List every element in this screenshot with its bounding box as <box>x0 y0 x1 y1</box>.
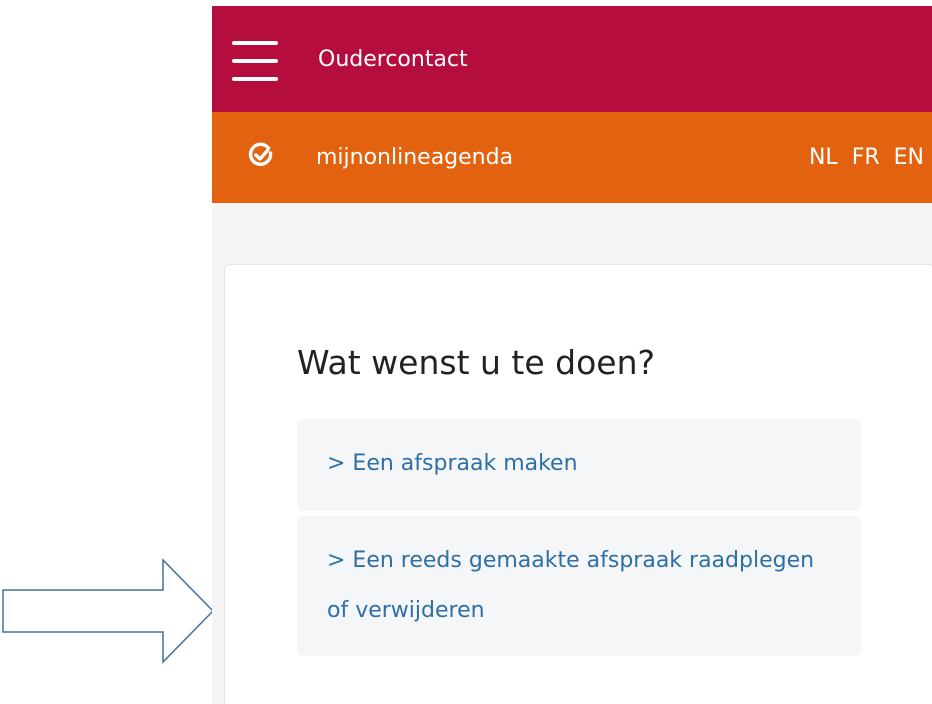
screenshot-stage: Oudercontact mijnonlineagenda NL FR EN W… <box>0 0 932 704</box>
top-app-bar: Oudercontact <box>212 6 932 112</box>
option-view-or-delete-appointment[interactable]: > Een reeds gemaakte afspraak raadplegen… <box>297 516 861 656</box>
language-switcher: NL FR EN <box>809 145 924 171</box>
language-nl[interactable]: NL <box>809 145 838 171</box>
action-card: Wat wenst u te doen? > Een afspraak make… <box>224 264 932 704</box>
option-make-appointment[interactable]: > Een afspraak maken <box>297 419 861 511</box>
language-fr[interactable]: FR <box>852 145 880 171</box>
brand-bar: mijnonlineagenda NL FR EN <box>212 112 932 203</box>
check-circle-icon <box>248 142 273 166</box>
app-viewport: Oudercontact mijnonlineagenda NL FR EN W… <box>212 6 932 704</box>
option-view-or-delete-appointment-label[interactable]: > Een reeds gemaakte afspraak raadplegen… <box>327 536 827 636</box>
language-en[interactable]: EN <box>894 145 924 171</box>
card-title: Wat wenst u te doen? <box>297 343 656 382</box>
brand-name[interactable]: mijnonlineagenda <box>316 145 513 171</box>
hamburger-menu-icon[interactable] <box>232 41 278 81</box>
app-title: Oudercontact <box>318 47 468 72</box>
option-make-appointment-label[interactable]: > Een afspraak maken <box>327 439 827 489</box>
